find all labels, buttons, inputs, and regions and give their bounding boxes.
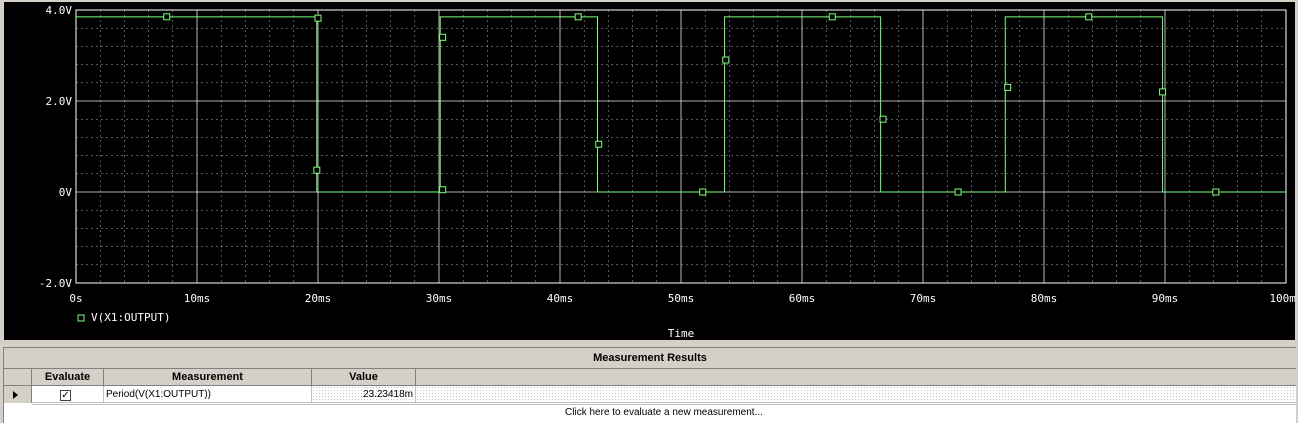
column-header-measurement[interactable]: Measurement (104, 369, 312, 386)
series-marker (313, 166, 321, 174)
series-marker (1212, 188, 1220, 196)
series-marker (439, 33, 447, 41)
series-marker (722, 56, 730, 64)
series-marker (828, 13, 836, 21)
series-marker (574, 13, 582, 21)
waveform-plot[interactable]: 4.0V 2.0V 0V -2.0V 0s 10ms 20ms 30ms 40ms 50ms 60m… (4, 2, 1295, 340)
x-tick-label: 60ms (789, 292, 816, 305)
column-header-value[interactable]: Value (312, 369, 416, 386)
y-tick-label: 0V (59, 186, 73, 199)
column-header-spacer (416, 369, 1296, 386)
series-marker (1004, 83, 1012, 91)
x-tick-label: 100ms (1269, 292, 1295, 305)
x-tick-label: 30ms (426, 292, 453, 305)
row-pointer-icon (13, 391, 18, 399)
waveform-plot-panel[interactable]: 4.0V 2.0V 0V -2.0V 0s 10ms 20ms 30ms 40ms 50ms 60m… (4, 2, 1295, 340)
series-marker (163, 13, 171, 21)
x-tick-label: 50ms (668, 292, 695, 305)
value-cell[interactable]: 23.23418m (312, 386, 416, 403)
measurement-cell[interactable]: Period(V(X1:OUTPUT)) (104, 386, 312, 403)
y-tick-label: -2.0V (39, 277, 72, 290)
series-marker (1159, 88, 1167, 96)
series-marker (595, 140, 603, 148)
x-tick-label: 40ms (547, 292, 574, 305)
x-tick-label: 0s (69, 292, 82, 305)
measurement-results-title: Measurement Results (4, 348, 1296, 369)
row-header-corner (4, 369, 32, 386)
x-tick-label: 20ms (305, 292, 332, 305)
x-axis-label: Time (668, 327, 695, 340)
legend-marker-icon (77, 314, 85, 322)
y-tick-label: 2.0V (46, 95, 73, 108)
series-marker (879, 115, 887, 123)
measurement-results-panel: Measurement Results Evaluate Measurement… (3, 347, 1296, 423)
row-filler (416, 386, 1296, 403)
new-measurement-row[interactable]: Click here to evaluate a new measurement… (32, 404, 1296, 421)
series-marker (1085, 13, 1093, 21)
x-tick-label: 70ms (910, 292, 937, 305)
x-tick-label: 80ms (1031, 292, 1058, 305)
column-header-evaluate[interactable]: Evaluate (32, 369, 104, 386)
x-tick-label: 90ms (1152, 292, 1179, 305)
legend-label[interactable]: V(X1:OUTPUT) (91, 311, 170, 324)
evaluate-checkbox[interactable]: ✓ (60, 390, 71, 401)
series-marker (314, 14, 322, 22)
row-selector[interactable] (4, 386, 32, 403)
series-marker (699, 188, 707, 196)
series-marker (439, 186, 447, 194)
x-tick-label: 10ms (184, 292, 211, 305)
series-marker (954, 188, 962, 196)
y-tick-label: 4.0V (46, 4, 73, 17)
